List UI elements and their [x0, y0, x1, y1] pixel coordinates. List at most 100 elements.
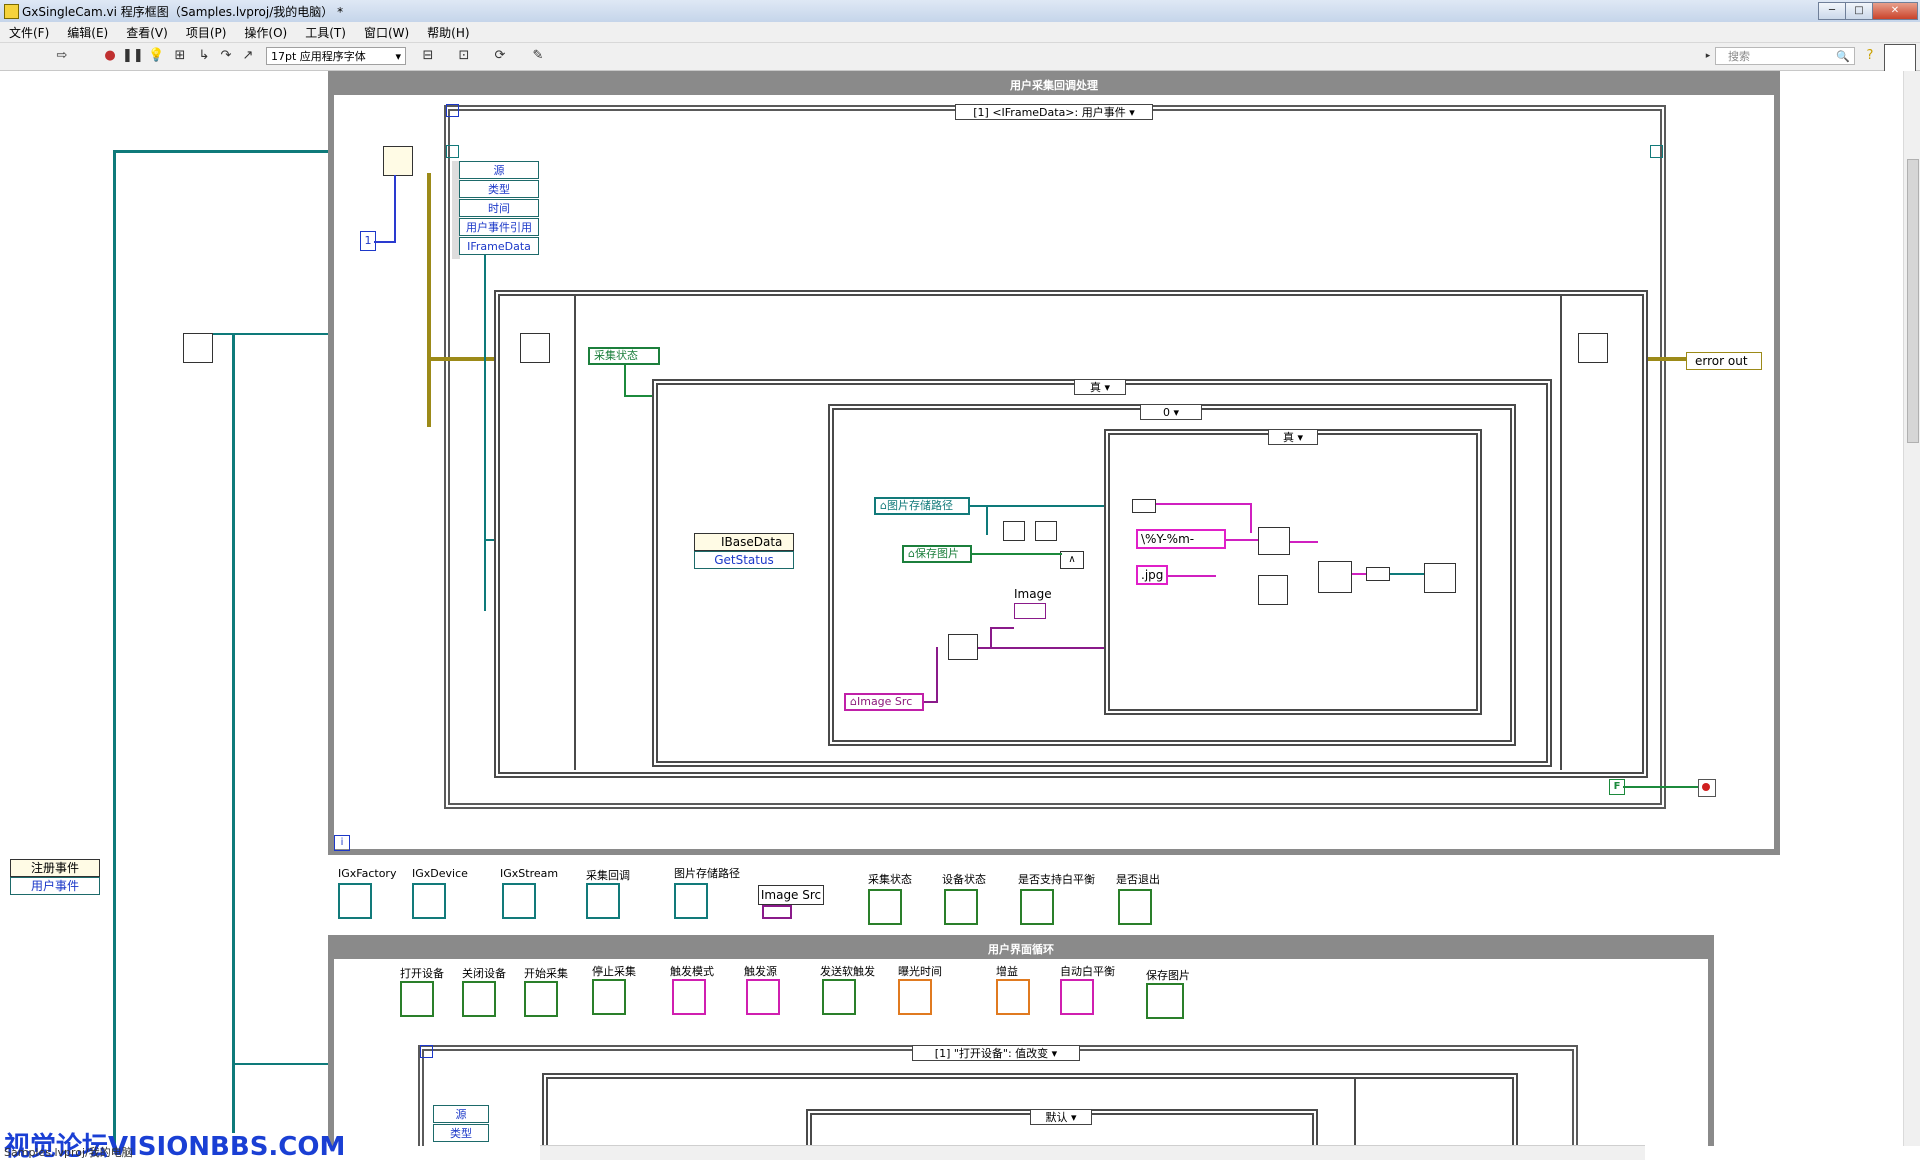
local-img-path[interactable]: ⌂图片存储路径	[874, 497, 970, 515]
string-to-path-node[interactable]	[1366, 567, 1390, 581]
run-arrow-icon[interactable]: ⇨	[54, 48, 70, 64]
font-select-value: 17pt 应用程序字体	[271, 50, 366, 63]
wire-const-index	[374, 241, 396, 243]
menu-help[interactable]: 帮助(H)	[418, 22, 478, 41]
term-gain[interactable]	[996, 979, 1030, 1015]
semaphore-create-node[interactable]	[183, 333, 213, 363]
term-auto-wb[interactable]	[1060, 979, 1094, 1015]
menu-bar: 文件(F) 编辑(E) 查看(V) 项目(P) 操作(O) 工具(T) 窗口(W) 帮助(H)	[0, 22, 1920, 43]
not-a-path-node[interactable]	[1003, 521, 1025, 541]
close-button[interactable]: ✕	[1872, 2, 1918, 20]
menu-tools[interactable]: 工具(T)	[296, 22, 355, 41]
distribute-objects-icon[interactable]: ⊡	[456, 48, 472, 64]
pause-icon[interactable]: ❚❚	[122, 48, 144, 64]
term-device-state[interactable]	[944, 889, 978, 925]
vertical-scrollbar-thumb[interactable]	[1907, 159, 1919, 443]
case-selector-default[interactable]: 默认 ▾	[1030, 1109, 1092, 1125]
stop-terminal[interactable]	[1698, 779, 1716, 797]
event-case-selector-ui[interactable]: [1] "打开设备": 值改变 ▾	[912, 1045, 1080, 1061]
write-image-node[interactable]	[1424, 563, 1456, 593]
iteration-terminal[interactable]: i	[334, 835, 350, 851]
path-to-string-node[interactable]	[1132, 499, 1156, 513]
invoke-node-method[interactable]: GetStatus	[694, 551, 794, 569]
register-events-node[interactable]: 注册事件	[10, 859, 100, 877]
local-save-img[interactable]: ⌂保存图片	[902, 545, 972, 563]
block-diagram-canvas[interactable]: 用户采集回调处理 i [1] <IFrameData>: 用户事件 ▾ 源 类型…	[0, 71, 1903, 1151]
string-const-date[interactable]: \%Y-%m-	[1136, 529, 1226, 549]
term-exposure[interactable]	[898, 979, 932, 1015]
term-start-acq[interactable]	[524, 981, 558, 1017]
error-out-indicator[interactable]: error out	[1686, 352, 1762, 370]
invoke-node-class[interactable]: IBaseData	[694, 533, 794, 551]
retain-wire-values-icon[interactable]: ⊞	[172, 48, 188, 64]
term-stop-acq[interactable]	[592, 979, 626, 1015]
horizontal-scrollbar[interactable]	[540, 1145, 1645, 1160]
maximize-button[interactable]: □	[1845, 2, 1873, 20]
menu-project[interactable]: 项目(P)	[177, 22, 236, 41]
menu-operate[interactable]: 操作(O)	[235, 22, 296, 41]
labview-vi-icon	[4, 4, 19, 19]
term-label-img-path: 图片存储路径	[674, 867, 740, 880]
term-trigger-source[interactable]	[746, 979, 780, 1015]
minimize-button[interactable]: ─	[1818, 2, 1846, 20]
menu-file[interactable]: 文件(F)	[0, 22, 58, 41]
term-igxdevice[interactable]	[412, 883, 446, 919]
string-const-jpg[interactable]: .jpg	[1136, 565, 1168, 585]
term-soft-trigger[interactable]	[822, 979, 856, 1015]
local-save-img-label: 保存图片	[914, 547, 959, 560]
step-out-icon[interactable]: ↗	[240, 48, 256, 64]
term-img-path[interactable]	[674, 883, 708, 919]
and-node[interactable]: ∧	[1060, 551, 1084, 569]
help-icon[interactable]: ?	[1862, 48, 1878, 64]
timeout-terminal-ui[interactable]	[420, 1045, 433, 1058]
search-icon[interactable]: 🔍	[1836, 48, 1850, 65]
wire-collect-state-h	[624, 395, 654, 397]
get-datetime-node[interactable]	[1258, 575, 1288, 605]
stop-icon	[1702, 783, 1710, 791]
menu-edit[interactable]: 编辑(E)	[58, 22, 117, 41]
align-objects-icon[interactable]: ⊟	[420, 48, 436, 64]
case-selector-true-inner[interactable]: 真 ▾	[1268, 429, 1318, 445]
term-image-src[interactable]	[762, 905, 792, 919]
search-expand-icon[interactable]: ▸	[1700, 48, 1716, 64]
abort-icon[interactable]: ●	[102, 48, 118, 64]
timeout-terminal[interactable]	[446, 104, 459, 117]
highlight-bulb-icon[interactable]: 💡	[148, 48, 164, 64]
step-over-icon[interactable]: ↷	[218, 48, 234, 64]
wire-event-reg	[113, 151, 116, 1151]
step-into-icon[interactable]: ↳	[196, 48, 212, 64]
format-datetime-node[interactable]	[1318, 561, 1352, 593]
search-input[interactable]: 搜索 🔍	[1715, 47, 1855, 65]
concat-strings-node[interactable]	[1258, 527, 1290, 555]
semaphore-release-node[interactable]	[1578, 333, 1608, 363]
wire-pathstr	[1156, 503, 1252, 505]
event-case-selector[interactable]: [1] <IFrameData>: 用户事件 ▾	[955, 104, 1153, 120]
menu-window[interactable]: 窗口(W)	[355, 22, 418, 41]
local-image-src[interactable]: ⌂Image Src	[844, 693, 924, 711]
register-events-user-event[interactable]: 用户事件	[10, 877, 100, 895]
term-igxstream[interactable]	[502, 883, 536, 919]
term-label-exposure: 曝光时间	[898, 965, 942, 978]
term-label-auto-wb: 自动白平衡	[1060, 965, 1115, 978]
local-collect-state[interactable]: 采集状态	[588, 347, 660, 365]
case-selector-true[interactable]: 真 ▾	[1074, 379, 1126, 395]
term-igxfactory[interactable]	[338, 883, 372, 919]
case-selector-zero[interactable]: 0 ▾	[1140, 404, 1202, 420]
semaphore-acquire-node[interactable]	[520, 333, 550, 363]
cleanup-diagram-icon[interactable]: ✎	[530, 48, 546, 64]
not-node[interactable]	[1035, 521, 1057, 541]
term-wb-support[interactable]	[1020, 889, 1054, 925]
term-close-device[interactable]	[462, 981, 496, 1017]
font-select[interactable]: 17pt 应用程序字体 ▾	[266, 47, 406, 65]
reorder-icon[interactable]: ⟳	[492, 48, 508, 64]
term-trigger-mode[interactable]	[672, 979, 706, 1015]
term-open-device[interactable]	[400, 981, 434, 1017]
term-exit[interactable]	[1118, 889, 1152, 925]
term-collect-state[interactable]	[868, 889, 902, 925]
image-copy-node[interactable]	[948, 634, 978, 660]
menu-view[interactable]: 查看(V)	[117, 22, 177, 41]
term-callback[interactable]	[586, 883, 620, 919]
vertical-scrollbar[interactable]	[1903, 71, 1920, 1146]
index-array-node[interactable]	[383, 146, 413, 176]
term-save-img[interactable]	[1146, 983, 1184, 1019]
